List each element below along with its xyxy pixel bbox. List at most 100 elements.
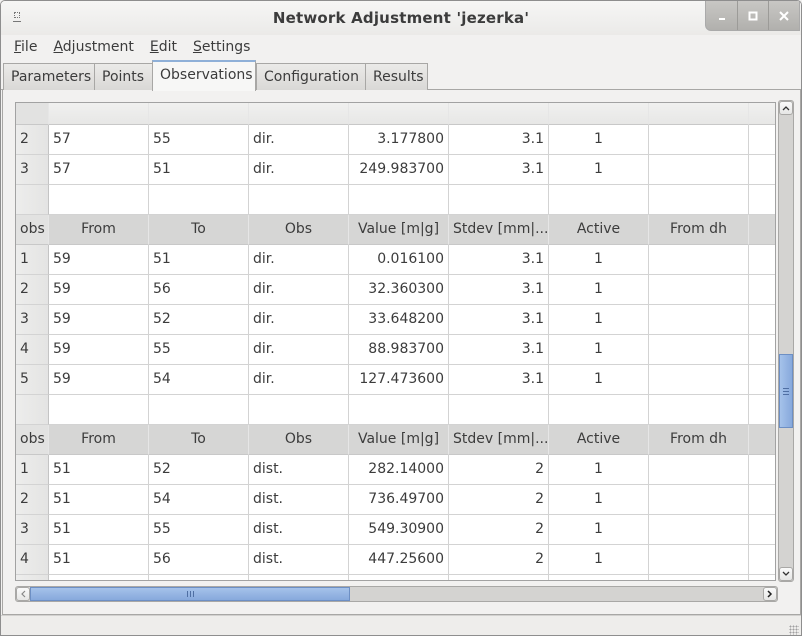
cell-from-dh[interactable] — [649, 545, 749, 575]
column-header-extra[interactable] — [749, 425, 775, 455]
cell-obs-type[interactable]: dist. — [249, 455, 349, 485]
cell-obs-type[interactable]: dir. — [249, 365, 349, 395]
cell-from-dh[interactable] — [649, 155, 749, 185]
column-header-stdev[interactable] — [449, 103, 549, 125]
cell-active[interactable]: 1 — [549, 485, 649, 515]
cell-from[interactable]: 59 — [49, 335, 149, 365]
row-header[interactable]: 4 — [16, 335, 49, 365]
cell-value[interactable]: 3.177800 — [349, 125, 449, 155]
cell-extra[interactable] — [749, 275, 775, 305]
cell-from[interactable]: 51 — [49, 455, 149, 485]
column-header-row-number[interactable]: obs — [16, 425, 49, 455]
row-header[interactable]: 1 — [16, 245, 49, 275]
cell-to[interactable]: 54 — [149, 485, 249, 515]
cell-from[interactable]: 59 — [49, 275, 149, 305]
column-header-stdev[interactable]: Stdev [mm|... — [449, 425, 549, 455]
cell-stdev[interactable]: 2 — [449, 545, 549, 575]
cell-from[interactable]: 51 — [49, 485, 149, 515]
column-header-from[interactable]: From — [49, 215, 149, 245]
column-header-value[interactable] — [349, 103, 449, 125]
column-header-from[interactable]: From — [49, 425, 149, 455]
cell-from[interactable]: 59 — [49, 365, 149, 395]
cell-to[interactable]: 54 — [149, 365, 249, 395]
column-header-active[interactable] — [549, 103, 649, 125]
table-row[interactable]: 3 59 52 dir. 33.648200 3.1 1 — [16, 305, 775, 335]
cell-obs-type[interactable]: dir. — [249, 155, 349, 185]
cell-active[interactable]: 1 — [549, 155, 649, 185]
vertical-scrollbar[interactable] — [778, 100, 794, 582]
cell-to[interactable]: 56 — [149, 275, 249, 305]
column-header-value[interactable]: Value [m|g] — [349, 215, 449, 245]
cell-from-dh[interactable] — [649, 365, 749, 395]
cell-from-dh[interactable] — [649, 245, 749, 275]
cell-from-dh[interactable] — [649, 515, 749, 545]
cell-stdev[interactable]: 3.1 — [449, 155, 549, 185]
cell-obs-type[interactable]: dist. — [249, 485, 349, 515]
cell-extra[interactable] — [749, 335, 775, 365]
cell-value[interactable]: 447.25600 — [349, 545, 449, 575]
cell-obs-type[interactable]: dir. — [249, 245, 349, 275]
cell-value[interactable]: 282.14000 — [349, 455, 449, 485]
row-header[interactable]: 5 — [16, 365, 49, 395]
cell-extra[interactable] — [749, 365, 775, 395]
row-header[interactable]: 2 — [16, 485, 49, 515]
column-header-extra[interactable] — [749, 103, 775, 125]
column-header-to[interactable]: To — [149, 425, 249, 455]
cell-active[interactable]: 1 — [549, 515, 649, 545]
cell-active[interactable]: 1 — [549, 365, 649, 395]
cell-from-dh[interactable] — [649, 275, 749, 305]
cell-obs-type[interactable]: dir. — [249, 125, 349, 155]
menu-file[interactable]: File — [6, 35, 45, 60]
close-button[interactable] — [768, 1, 799, 30]
table-row[interactable]: 3 51 55 dist. 549.30900 2 1 — [16, 515, 775, 545]
column-header-from[interactable] — [49, 103, 149, 125]
cell-value[interactable]: 549.30900 — [349, 515, 449, 545]
cell-from-dh[interactable] — [649, 455, 749, 485]
column-header-row-number[interactable] — [16, 103, 49, 125]
cell-from[interactable]: 57 — [49, 155, 149, 185]
cell-active[interactable]: 1 — [549, 545, 649, 575]
column-header-row-number[interactable]: obs — [16, 215, 49, 245]
scroll-right-button[interactable] — [763, 587, 777, 601]
cell-obs-type[interactable]: dir. — [249, 275, 349, 305]
column-header-obs-type[interactable]: Obs — [249, 425, 349, 455]
cell-to[interactable]: 52 — [149, 455, 249, 485]
cell-value[interactable]: 32.360300 — [349, 275, 449, 305]
resize-grip-icon[interactable] — [789, 625, 799, 635]
observations-table[interactable]: 2 57 55 dir. 3.177800 3.1 1 3 57 51 dir. 249.983700… — [15, 102, 776, 581]
cell-obs-type[interactable]: dir. — [249, 335, 349, 365]
cell-stdev[interactable]: 2 — [449, 515, 549, 545]
tab-configuration[interactable]: Configuration — [256, 63, 366, 90]
cell-stdev[interactable]: 3.1 — [449, 365, 549, 395]
cell-to[interactable]: 51 — [149, 245, 249, 275]
cell-value[interactable]: 127.473600 — [349, 365, 449, 395]
cell-value[interactable]: 33.648200 — [349, 305, 449, 335]
cell-obs-type[interactable]: dist. — [249, 545, 349, 575]
cell-from-dh[interactable] — [649, 335, 749, 365]
cell-stdev[interactable]: 2 — [449, 485, 549, 515]
cell-extra[interactable] — [749, 545, 775, 575]
horizontal-scroll-thumb[interactable] — [30, 587, 350, 601]
cell-stdev[interactable]: 3.1 — [449, 275, 549, 305]
cell-from-dh[interactable] — [649, 305, 749, 335]
cell-active[interactable]: 1 — [549, 275, 649, 305]
title-bar[interactable]: Network Adjustment 'jezerka' — [1, 1, 801, 35]
cell-active[interactable]: 1 — [549, 125, 649, 155]
cell-value[interactable]: 88.983700 — [349, 335, 449, 365]
row-header[interactable]: 3 — [16, 155, 49, 185]
column-header-from-dh[interactable] — [649, 103, 749, 125]
cell-to[interactable]: 56 — [149, 545, 249, 575]
cell-extra[interactable] — [749, 305, 775, 335]
menu-adjustment[interactable]: Adjustment — [45, 35, 141, 60]
column-header-active[interactable]: Active — [549, 215, 649, 245]
column-header-obs-type[interactable]: Obs — [249, 215, 349, 245]
cell-value[interactable]: 0.016100 — [349, 245, 449, 275]
cell-to[interactable]: 55 — [149, 335, 249, 365]
cell-from-dh[interactable] — [649, 485, 749, 515]
cell-from[interactable]: 57 — [49, 125, 149, 155]
minimize-button[interactable] — [706, 1, 737, 30]
table-row[interactable]: 4 59 55 dir. 88.983700 3.1 1 — [16, 335, 775, 365]
column-header-from-dh[interactable]: From dh — [649, 215, 749, 245]
column-header-from-dh[interactable]: From dh — [649, 425, 749, 455]
cell-to[interactable]: 51 — [149, 155, 249, 185]
